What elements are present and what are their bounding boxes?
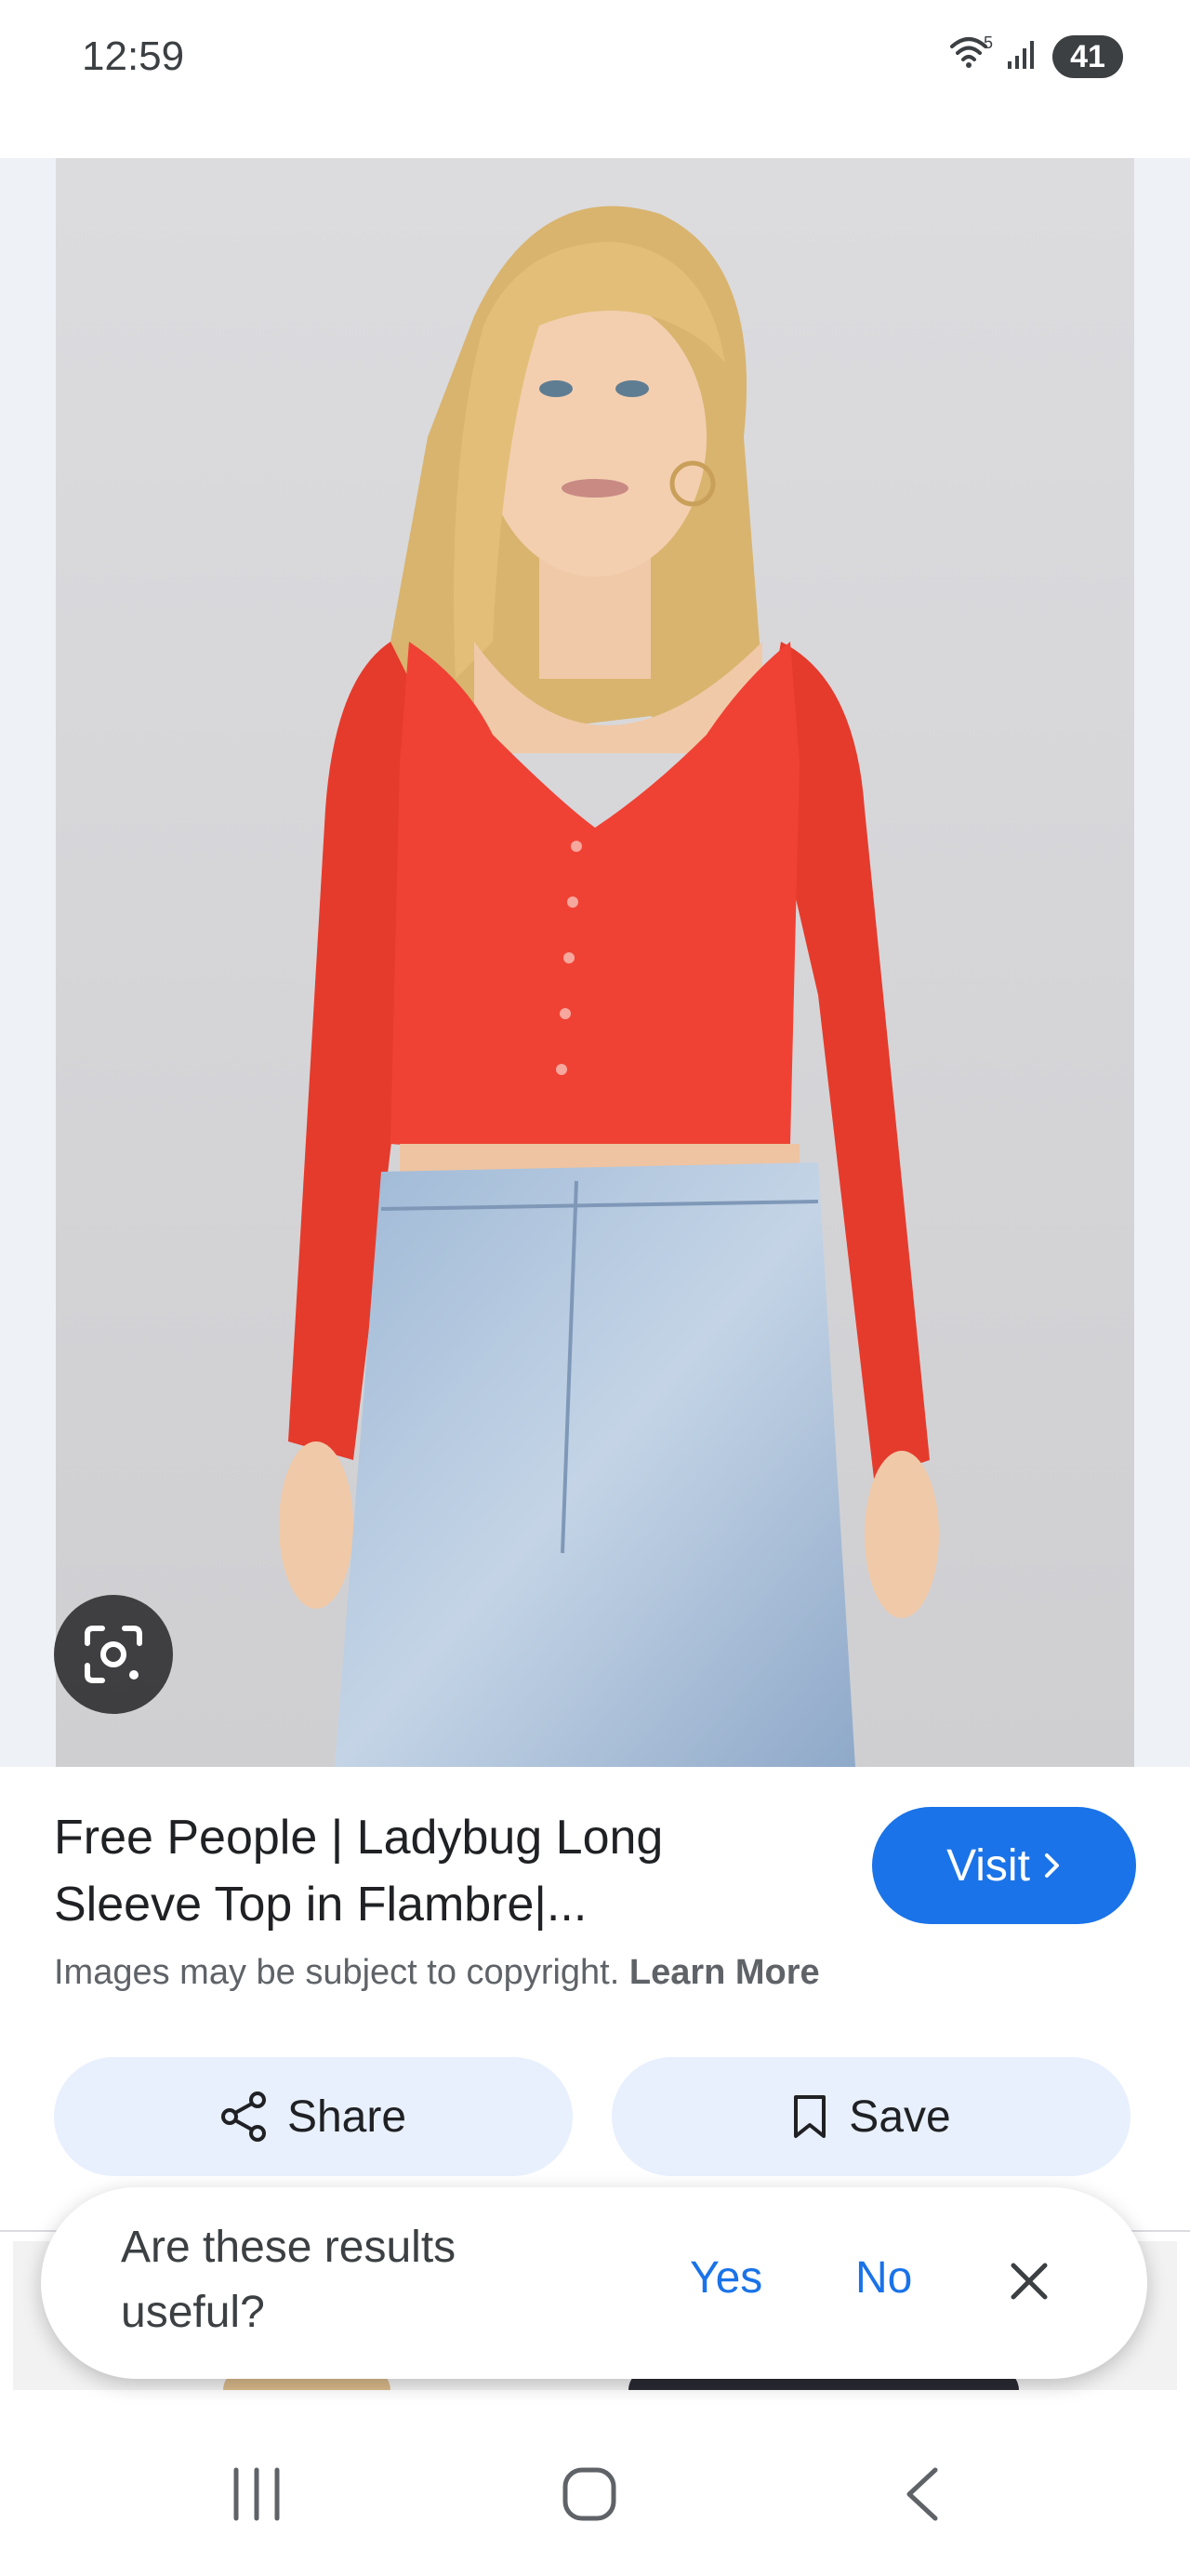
share-icon — [220, 2091, 266, 2142]
share-label: Share — [286, 2091, 407, 2142]
status-bar: 12:59 5 41 — [0, 0, 1190, 158]
feedback-yes-button[interactable]: Yes — [690, 2252, 762, 2304]
close-icon[interactable] — [1008, 2260, 1051, 2303]
google-lens-button[interactable] — [54, 1595, 173, 1714]
feedback-no-button[interactable]: No — [855, 2252, 912, 2304]
learn-more-link[interactable]: Learn More — [629, 1953, 820, 1992]
back-icon[interactable] — [902, 2464, 943, 2524]
recents-icon[interactable] — [229, 2466, 284, 2522]
copyright-text: Images may be subject to copyright. — [54, 1953, 620, 1992]
visit-button[interactable]: Visit — [872, 1807, 1136, 1924]
google-lens-icon — [85, 1626, 142, 1683]
product-image[interactable] — [56, 158, 1134, 1767]
chevron-right-icon — [1044, 1853, 1059, 1878]
home-icon[interactable] — [560, 2464, 619, 2524]
image-viewer — [0, 158, 1190, 1767]
copyright-notice: Images may be subject to copyright. Lear… — [54, 1953, 820, 1993]
signal-icon — [1008, 41, 1034, 69]
product-photo-illustration — [56, 158, 1134, 1767]
save-label: Save — [849, 2091, 951, 2142]
screen: 12:59 5 41 Free People | Ladybug Long Sl… — [0, 0, 1190, 2576]
battery-indicator: 41 — [1052, 35, 1123, 78]
bookmark-icon — [794, 2095, 826, 2138]
visit-label: Visit — [946, 1840, 1030, 1891]
share-button[interactable]: Share — [54, 2057, 573, 2176]
wifi-icon — [950, 37, 987, 68]
status-time: 12:59 — [82, 33, 185, 79]
wifi-label: 5 — [984, 33, 994, 52]
result-title[interactable]: Free People | Ladybug Long Sleeve Top in… — [54, 1804, 779, 1938]
save-button[interactable]: Save — [612, 2057, 1130, 2176]
feedback-card: Are these results useful? Yes No — [41, 2187, 1147, 2379]
feedback-question: Are these results useful? — [121, 2223, 456, 2337]
